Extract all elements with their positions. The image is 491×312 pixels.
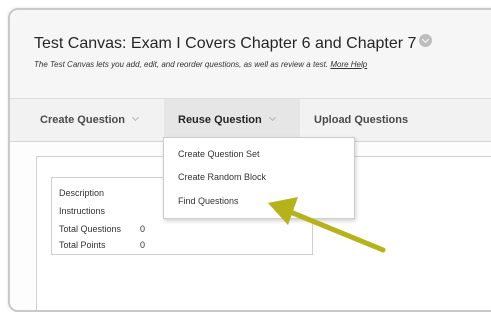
callout-arrow-shaft <box>285 208 386 253</box>
callout-arrow-icon <box>268 197 386 253</box>
